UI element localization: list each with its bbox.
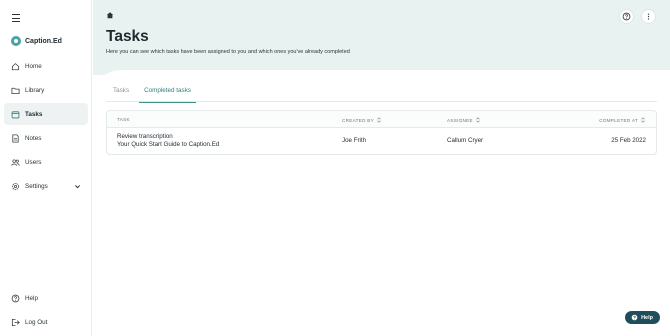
document-icon [11,134,20,143]
logo-icon [11,36,21,46]
task-title: Review transcription [117,133,173,140]
logout-icon [11,318,20,327]
sidebar-item-label: Users [25,159,42,167]
table-row[interactable]: Review transcription Your Quick Start Gu… [107,129,656,155]
column-label: TASK [117,117,130,122]
home-icon [11,62,20,71]
calendar-icon [11,110,20,119]
help-circle-icon [631,314,638,321]
page-title: Tasks [106,28,149,45]
help-widget-button[interactable]: Help [625,311,660,324]
sidebar-item-label: Tasks [25,110,43,118]
column-header-created-by[interactable]: CREATED BY [342,117,381,123]
sidebar-item-help[interactable]: Help [4,287,88,309]
home-icon[interactable] [106,11,114,19]
header-actions [619,9,656,24]
help-circle-icon [622,12,631,21]
sort-icon[interactable] [377,117,381,123]
page-subtitle: Here you can see which tasks have been a… [106,49,350,55]
sidebar-item-label: Home [25,62,42,70]
sidebar-nav: Home Library Tasks Notes Users Settings [4,55,88,200]
brand[interactable]: Caption.Ed [11,36,62,46]
assignee-cell: Callum Cryer [447,137,484,144]
tab-bar: Tasks Completed tasks [113,85,206,103]
sidebar-item-home[interactable]: Home [4,55,88,77]
sidebar-item-notes[interactable]: Notes [4,128,88,150]
help-widget-label: Help [641,314,653,321]
sidebar-item-label: Notes [25,135,42,143]
sidebar: Caption.Ed Home Library Tasks Notes User… [0,0,92,336]
sidebar-bottom-nav: Help Log Out [4,287,88,335]
help-circle-icon [11,294,20,303]
sidebar-item-settings[interactable]: Settings [4,176,88,198]
folder-icon [11,86,20,95]
more-options-button[interactable] [641,9,656,24]
support-button[interactable] [619,9,634,24]
more-vertical-icon [647,13,650,20]
column-label: COMPLETED AT [599,117,638,123]
users-icon [11,158,20,167]
sidebar-item-logout[interactable]: Log Out [4,311,88,333]
column-label: ASSIGNEE [447,117,473,123]
sidebar-item-label: Settings [25,183,48,191]
column-label: CREATED BY [342,117,375,123]
table-header: TASK CREATED BY ASSIGNEE COMPLETED AT [107,111,656,128]
sort-icon[interactable] [476,117,480,123]
brand-name: Caption.Ed [25,37,62,45]
sidebar-item-library[interactable]: Library [4,79,88,101]
sidebar-item-users[interactable]: Users [4,152,88,174]
column-header-task: TASK [117,117,130,122]
task-subtitle: Your Quick Start Guide to Caption.Ed [117,140,220,148]
sidebar-item-label: Help [25,294,38,302]
sidebar-item-label: Library [25,86,45,94]
column-header-assignee[interactable]: ASSIGNEE [447,117,480,123]
completed-at-cell: 25 Feb 2022 [611,137,646,144]
menu-icon[interactable] [12,13,24,23]
chevron-down-icon[interactable] [74,183,81,190]
sort-icon[interactable] [641,117,645,123]
tab-divider [106,101,657,102]
created-by-cell: Joe Frith [342,137,367,144]
completed-tasks-table: TASK CREATED BY ASSIGNEE COMPLETED AT Re… [106,110,657,155]
tab-completed-tasks[interactable]: Completed tasks [139,85,196,103]
sidebar-item-label: Log Out [25,318,48,326]
page-header [93,0,670,75]
gear-icon [11,182,20,191]
sidebar-item-tasks[interactable]: Tasks [4,103,88,126]
tab-tasks[interactable]: Tasks [113,85,129,100]
column-header-completed-at[interactable]: COMPLETED AT [599,117,645,123]
